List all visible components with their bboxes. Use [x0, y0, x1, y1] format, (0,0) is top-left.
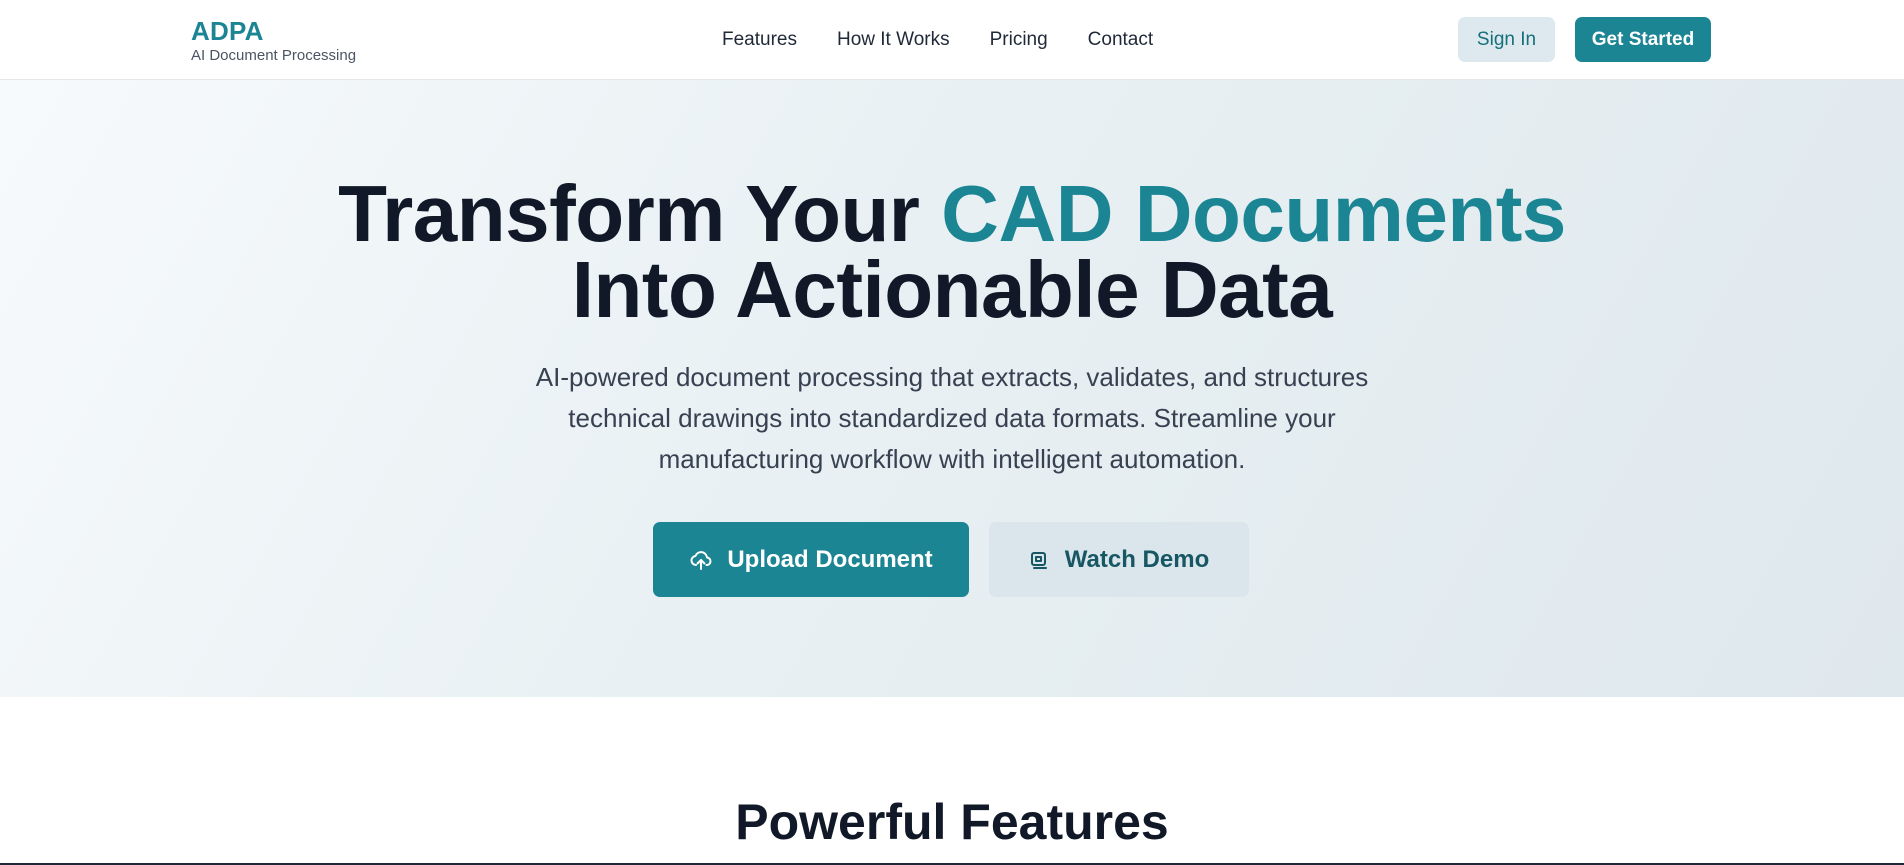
upload-document-label: Upload Document — [727, 545, 933, 573]
nav-link-pricing[interactable]: Pricing — [990, 27, 1048, 53]
landing-page: ADPA AI Document Processing Features How… — [0, 0, 1904, 865]
hero-title: Transform Your CAD Documents Into Action… — [0, 174, 1904, 330]
watch-demo-label: Watch Demo — [1064, 545, 1210, 573]
hero-section: Transform Your CAD Documents Into Action… — [0, 80, 1904, 697]
watch-demo-button[interactable]: Watch Demo — [989, 522, 1249, 597]
logo-title: ADPA — [191, 16, 264, 46]
features-section-title: Powerful Features — [735, 794, 1169, 850]
hero-title-line2: Into Actionable Data — [571, 245, 1333, 334]
hero-description: AI-powered document processing that extr… — [535, 362, 1369, 474]
nav-link-how-it-works[interactable]: How It Works — [837, 27, 950, 53]
upload-document-button[interactable]: Upload Document — [653, 522, 969, 597]
site-header: ADPA AI Document Processing Features How… — [0, 0, 1904, 80]
get-started-button[interactable]: Get Started — [1575, 17, 1711, 62]
video-icon — [1029, 550, 1049, 570]
nav-link-contact[interactable]: Contact — [1088, 27, 1153, 53]
logo[interactable]: ADPA AI Document Processing — [191, 16, 356, 65]
logo-subtitle: AI Document Processing — [191, 47, 357, 64]
main-nav: Features How It Works Pricing Contact — [722, 27, 1153, 53]
nav-link-features[interactable]: Features — [722, 27, 797, 53]
cloud-upload-icon — [689, 548, 713, 572]
sign-in-button[interactable]: Sign In — [1458, 17, 1555, 62]
